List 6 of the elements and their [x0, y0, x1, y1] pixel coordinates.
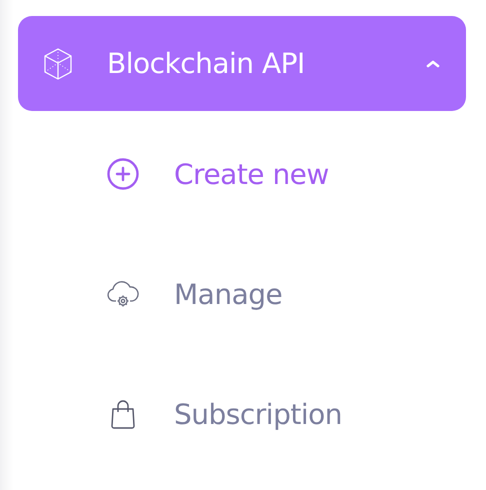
plus-circle-icon — [106, 157, 140, 191]
menu-item[interactable]: Create new — [106, 143, 329, 205]
menu-item[interactable]: Manage — [106, 263, 282, 325]
menu-header[interactable]: Blockchain API — [18, 16, 466, 111]
menu-item[interactable]: Subscription — [106, 383, 342, 445]
chevron-icon — [426, 58, 440, 68]
